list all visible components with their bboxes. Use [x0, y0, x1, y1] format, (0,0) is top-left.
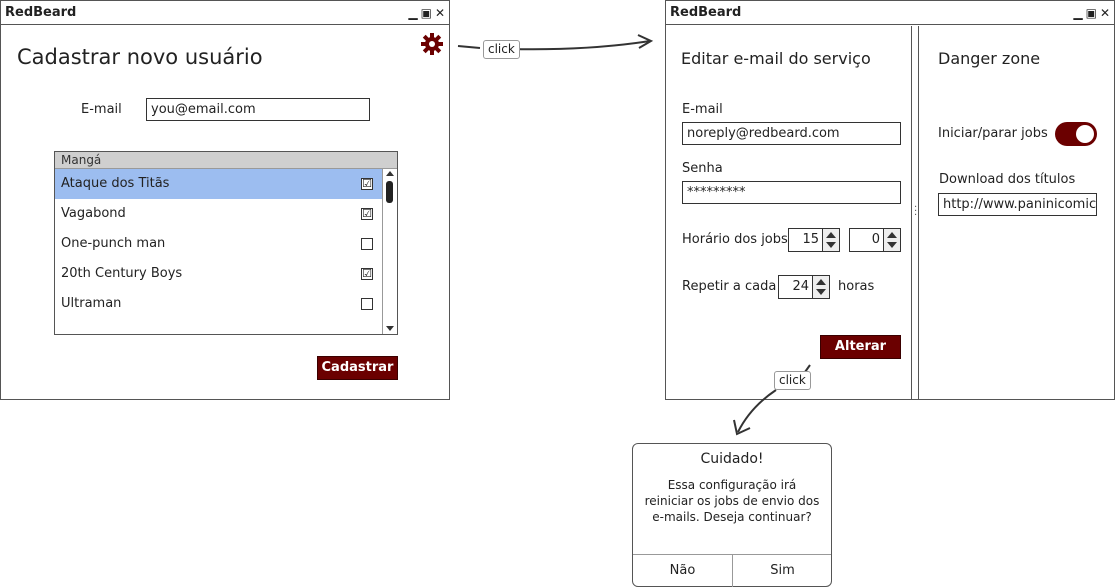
repeat-stepper-arrows[interactable] [812, 276, 829, 298]
checkbox[interactable]: ☑ [361, 178, 373, 190]
minimize-icon[interactable]: ▁ [1073, 7, 1082, 19]
right-window-titlebar: RedBeard ▁ ▣ ✕ [666, 1, 1114, 25]
repeat-unit-label: horas [838, 279, 875, 294]
email-field[interactable]: you@email.com [146, 98, 370, 121]
dialog-message-line: reiniciar os jobs de envio dos [644, 494, 820, 508]
list-scrollbar[interactable] [382, 169, 397, 334]
email-label: E-mail [682, 102, 723, 117]
toggle-knob [1076, 125, 1094, 143]
window-controls: ▁ ▣ ✕ [408, 1, 445, 25]
cadastrar-button[interactable]: Cadastrar [317, 356, 398, 380]
jobs-toggle[interactable] [1055, 122, 1097, 146]
list-item[interactable]: One-punch man [55, 229, 383, 259]
scroll-down-icon[interactable] [386, 326, 394, 331]
jobs-time-label: Horário dos jobs [682, 232, 788, 247]
service-email-field[interactable]: noreply@redbeard.com [682, 122, 901, 145]
scroll-up-icon[interactable] [386, 171, 394, 176]
window-title: RedBeard [670, 5, 742, 20]
minimize-icon[interactable]: ▁ [408, 7, 417, 19]
list-item[interactable]: Ultraman [55, 289, 383, 319]
page-title: Cadastrar novo usuário [17, 45, 263, 69]
window-controls: ▁ ▣ ✕ [1073, 1, 1110, 25]
right-window: RedBeard ▁ ▣ ✕ · · · Editar e-mail do serv… [665, 0, 1115, 400]
left-window-titlebar: RedBeard ▁ ▣ ✕ [1, 1, 449, 25]
list-item-label: Vagabond [61, 206, 126, 221]
download-url-field[interactable]: http://www.paninicomics.c [938, 193, 1097, 216]
decrement-icon[interactable] [816, 289, 826, 295]
checkbox[interactable]: ☑ [361, 268, 373, 280]
dialog-message-line: e-mails. Deseja continuar? [652, 510, 812, 524]
minute-stepper-arrows[interactable] [883, 229, 900, 251]
decrement-icon[interactable] [826, 242, 836, 248]
password-label: Senha [682, 161, 723, 176]
maximize-icon[interactable]: ▣ [1086, 7, 1097, 19]
repeat-stepper[interactable]: 24 [778, 275, 830, 299]
increment-icon[interactable] [887, 232, 897, 238]
confirm-dialog: Cuidado! Essa configuração irá reiniciar… [632, 443, 832, 587]
list-item-label: Ataque dos Titãs [61, 176, 170, 191]
increment-icon[interactable] [816, 279, 826, 285]
dialog-title: Cuidado! [700, 451, 764, 467]
scroll-thumb[interactable] [386, 181, 393, 203]
hour-stepper-arrows[interactable] [822, 229, 839, 251]
no-button[interactable]: Não [633, 555, 732, 587]
list-item[interactable]: 20th Century Boys ☑ [55, 259, 383, 289]
email-label: E-mail [81, 102, 122, 117]
checkbox[interactable] [361, 238, 373, 250]
list-item-label: 20th Century Boys [61, 266, 183, 281]
download-label: Download dos títulos [939, 172, 1076, 187]
repeat-value: 24 [792, 279, 809, 294]
gear-icon[interactable] [421, 33, 443, 55]
password-field[interactable]: ********* [682, 181, 901, 204]
checkbox[interactable]: ☑ [361, 208, 373, 220]
decrement-icon[interactable] [887, 242, 897, 248]
list-item[interactable]: Vagabond ☑ [55, 199, 383, 229]
click-note-top: click [483, 40, 520, 59]
jobs-hour-stepper[interactable]: 15 [788, 228, 840, 252]
jobs-minute-stepper[interactable]: 0 [849, 228, 901, 252]
left-window: RedBeard ▁ ▣ ✕ Cadastrar novo usuário E-… [0, 0, 450, 400]
dialog-message: Essa configuração irá reiniciar os jobs … [633, 477, 831, 525]
jobs-hour-value: 15 [802, 232, 819, 247]
toggle-jobs-label: Iniciar/parar jobs [938, 126, 1048, 141]
close-icon[interactable]: ✕ [1100, 7, 1110, 19]
danger-zone-title: Danger zone [938, 49, 1041, 68]
maximize-icon[interactable]: ▣ [421, 7, 432, 19]
click-note-bottom: click [774, 371, 811, 390]
manga-list[interactable]: Mangá Ataque dos Titãs ☑ Vagabond ☑ One-… [54, 151, 398, 335]
repeat-label: Repetir a cada [682, 279, 777, 294]
dialog-message-line: Essa configuração irá [667, 478, 797, 492]
list-item[interactable]: Ataque dos Titãs ☑ [55, 169, 383, 199]
edit-section-title: Editar e-mail do serviço [681, 49, 871, 68]
alterar-button[interactable]: Alterar [820, 335, 901, 359]
list-item-label: One-punch man [61, 236, 166, 251]
close-icon[interactable]: ✕ [435, 7, 445, 19]
yes-button[interactable]: Sim [733, 555, 832, 587]
checkbox[interactable] [361, 298, 373, 310]
splitter-handle-icon[interactable]: · · · [914, 203, 917, 221]
jobs-minute-value: 0 [871, 232, 880, 247]
list-header: Mangá [55, 152, 397, 169]
pane-splitter[interactable]: · · · [911, 26, 919, 400]
increment-icon[interactable] [826, 232, 836, 238]
list-item-label: Ultraman [61, 296, 122, 311]
window-title: RedBeard [5, 5, 77, 20]
